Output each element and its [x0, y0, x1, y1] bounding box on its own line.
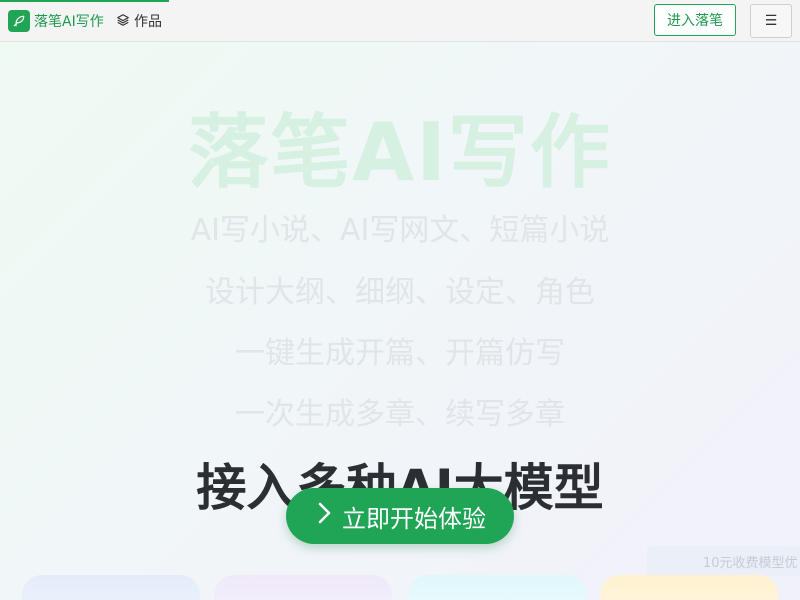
feature-card-3: [408, 575, 586, 600]
nav-works-link[interactable]: 作品: [116, 10, 162, 32]
promo-text: 10元收费模型优: [703, 556, 798, 571]
feature-card-4: [600, 575, 778, 600]
brand-name: 落笔AI写作: [34, 14, 104, 30]
feature-line-4: 一次生成多章、续写多章: [235, 397, 565, 432]
chevron-right-icon: [314, 501, 334, 531]
hero-title: 落笔AI写作: [188, 106, 612, 199]
brand-logo-link[interactable]: 落笔AI写作: [8, 10, 104, 32]
start-experience-label: 立即开始体验: [342, 504, 486, 533]
enter-app-button[interactable]: 进入落笔: [654, 4, 736, 36]
feature-line-2: 设计大纲、细纲、设定、角色: [205, 275, 595, 310]
start-experience-button[interactable]: 立即开始体验: [286, 488, 514, 544]
nav-works-label: 作品: [134, 14, 162, 30]
top-navbar: 落笔AI写作 作品 进入落笔 ☰: [0, 0, 800, 42]
layers-icon: [116, 12, 130, 31]
feature-line-1: AI写小说、AI写网文、短篇小说: [190, 213, 610, 248]
feature-line-3: 一键生成开篇、开篇仿写: [235, 336, 565, 371]
feature-card-2: [214, 575, 392, 600]
feature-card-1: [22, 575, 200, 600]
promo-banner: 10元收费模型优: [647, 546, 800, 576]
feather-icon: [8, 10, 30, 32]
page-progress-bar: [0, 0, 169, 2]
hamburger-menu-icon[interactable]: ☰: [750, 4, 792, 38]
